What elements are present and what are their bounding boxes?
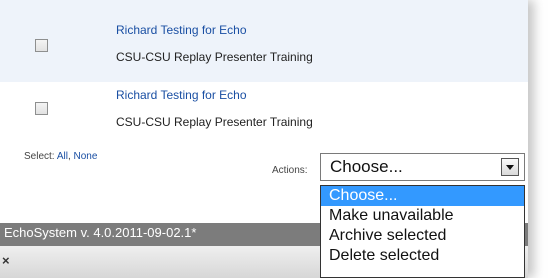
recording-subtitle: CSU-CSU Replay Presenter Training: [116, 115, 313, 129]
row-checkbox[interactable]: [35, 39, 48, 52]
select-controls: Select: All, None: [24, 151, 97, 162]
table-row: Richard Testing for Echo CSU-CSU Replay …: [0, 0, 528, 82]
version-text: EchoSystem v. 4.0.2011-09-02.1*: [4, 225, 197, 240]
screen: Richard Testing for Echo CSU-CSU Replay …: [0, 0, 548, 278]
actions-dropdown-value: Choose...: [330, 157, 403, 176]
option-choose[interactable]: Choose...: [321, 186, 524, 206]
select-label: Select:: [24, 151, 55, 162]
chevron-down-icon: [506, 165, 514, 170]
option-archive-selected[interactable]: Archive selected: [321, 226, 524, 246]
actions-label: Actions:: [272, 165, 308, 176]
dropdown-toggle-button[interactable]: [501, 158, 519, 176]
actions-option-list: Choose... Make unavailable Archive selec…: [320, 185, 525, 278]
recording-title-link[interactable]: Richard Testing for Echo: [116, 23, 247, 37]
row-checkbox[interactable]: [35, 102, 48, 115]
table-row: Richard Testing for Echo CSU-CSU Replay …: [0, 82, 528, 144]
option-make-unavailable[interactable]: Make unavailable: [321, 206, 524, 226]
select-none-link[interactable]: None: [74, 151, 98, 162]
select-all-link[interactable]: All: [57, 151, 68, 162]
option-delete-selected[interactable]: Delete selected: [321, 246, 524, 266]
actions-dropdown[interactable]: Choose...: [320, 153, 525, 181]
close-icon[interactable]: ×: [2, 253, 10, 268]
recording-subtitle: CSU-CSU Replay Presenter Training: [116, 50, 313, 64]
recording-title-link[interactable]: Richard Testing for Echo: [116, 88, 247, 102]
